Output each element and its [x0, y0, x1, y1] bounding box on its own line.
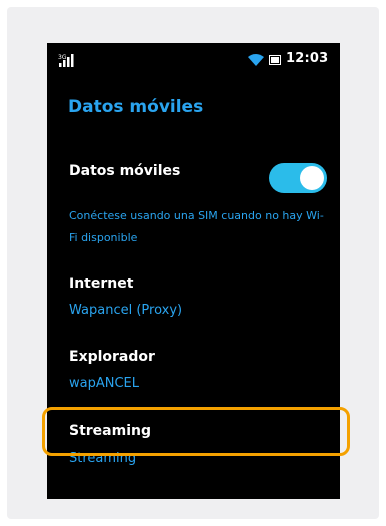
browser-value[interactable]: wapANCEL	[69, 376, 139, 391]
page-title: Datos móviles	[68, 97, 204, 117]
signal-icon: 3G	[58, 54, 74, 67]
status-time: 12:03	[286, 51, 329, 66]
mobile-data-label[interactable]: Datos móviles	[69, 163, 180, 179]
streaming-highlight-box	[42, 407, 350, 456]
wifi-icon	[248, 54, 264, 66]
browser-label[interactable]: Explorador	[69, 349, 155, 365]
toggle-knob	[300, 166, 324, 190]
svg-text:3G: 3G	[58, 54, 67, 61]
status-bar: 3G 12:03	[47, 43, 340, 77]
mobile-data-description: Conéctese usando una SIM cuando no hay W…	[69, 209, 324, 244]
internet-value[interactable]: Wapancel (Proxy)	[69, 303, 182, 318]
battery-icon	[269, 55, 281, 65]
internet-label[interactable]: Internet	[69, 276, 133, 292]
mobile-data-toggle[interactable]	[269, 163, 327, 193]
